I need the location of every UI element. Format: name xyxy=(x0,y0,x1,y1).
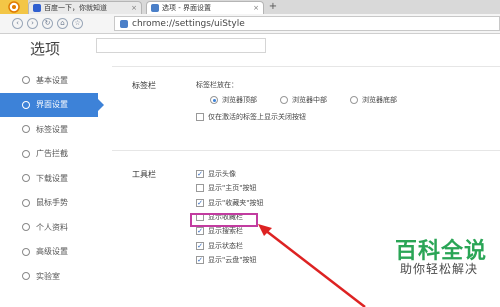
watermark-subtitle: 助你轻松解决 xyxy=(400,262,479,276)
